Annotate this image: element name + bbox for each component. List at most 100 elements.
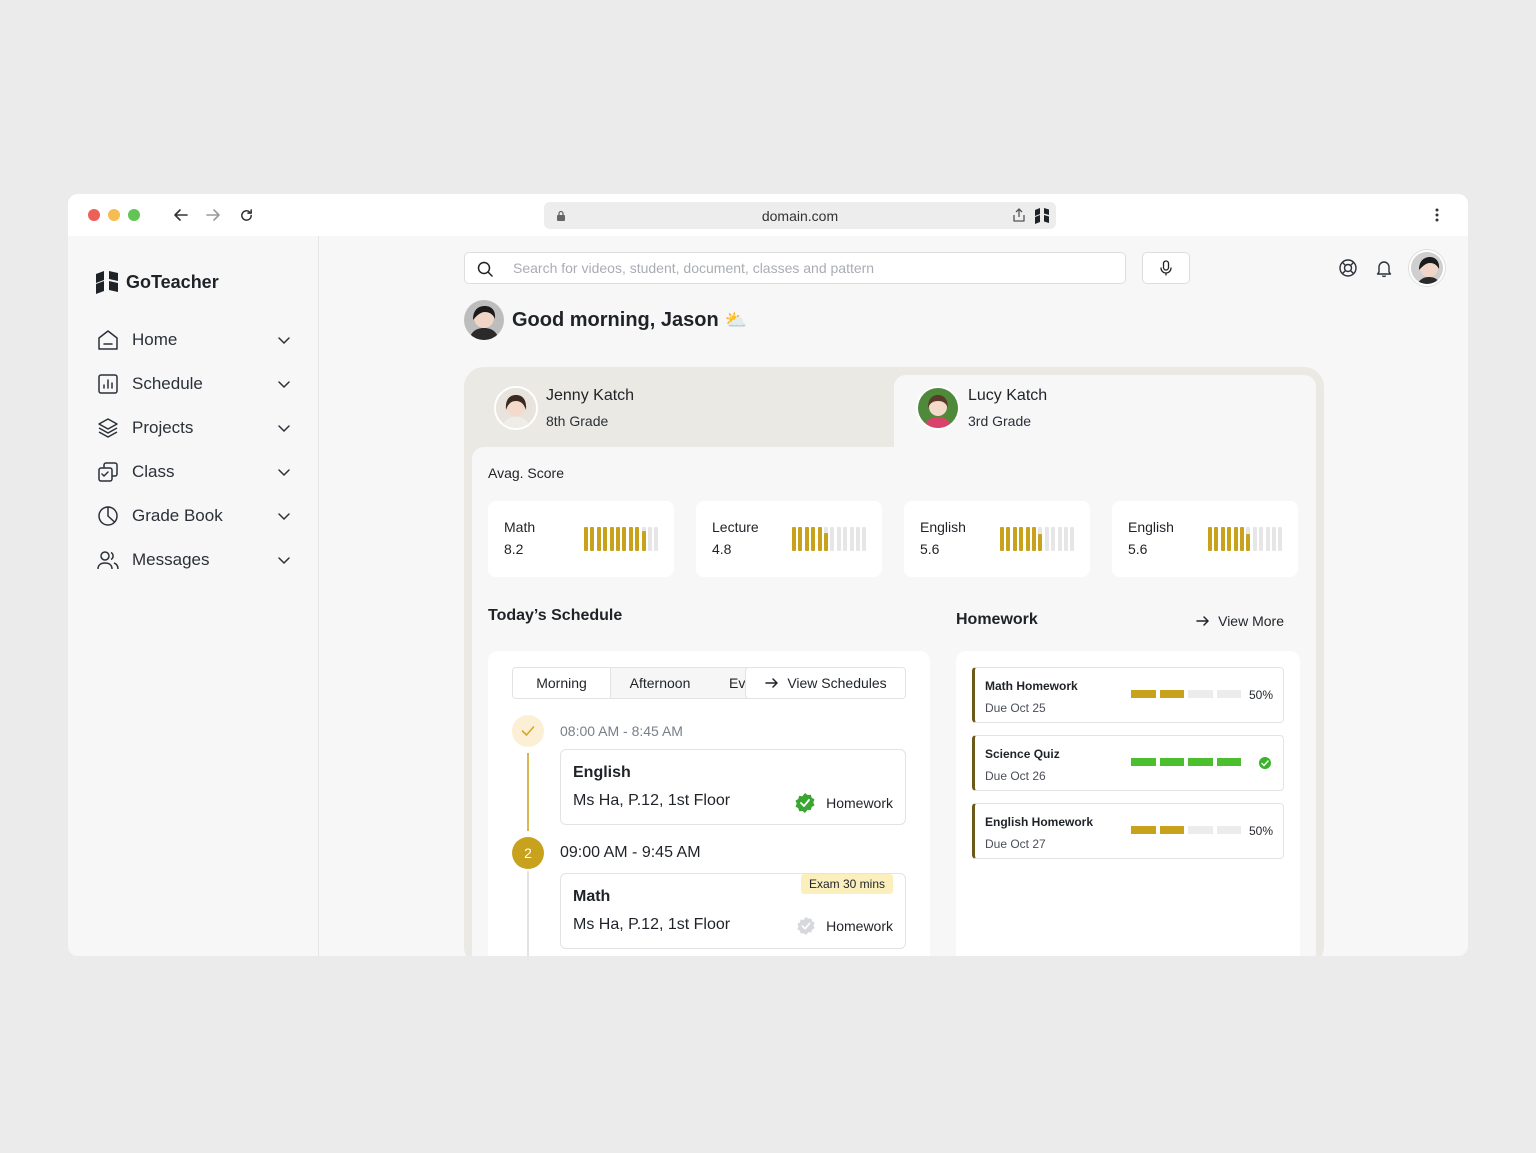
student-dashboard: Avag. Score Math 8.2 Lecture 4.8 English… <box>472 447 1316 956</box>
more-vertical-icon[interactable] <box>1435 208 1439 222</box>
address-bar[interactable]: domain.com <box>544 202 1056 229</box>
sidebar-item-home[interactable]: Home <box>96 325 292 355</box>
complete-check-icon <box>1259 757 1271 769</box>
url-text: domain.com <box>761 208 839 224</box>
progress-segment <box>1131 826 1156 834</box>
homework-item[interactable]: Science Quiz Due Oct 26 <box>972 735 1284 791</box>
chevron-down-icon[interactable] <box>276 376 292 392</box>
homework-name: Math Homework <box>985 679 1078 693</box>
extension-logo-icon[interactable] <box>1034 207 1050 224</box>
score-level-tick <box>1051 527 1056 551</box>
score-level-tick <box>641 527 646 551</box>
score-level-tick <box>804 527 809 551</box>
exam-badge: Exam 30 mins <box>800 874 893 894</box>
score-card[interactable]: English 5.6 <box>904 501 1090 577</box>
student-grade: 3rd Grade <box>968 413 1032 429</box>
voice-search-button[interactable] <box>1142 252 1190 284</box>
score-level-bars <box>1208 527 1284 551</box>
homework-item[interactable]: English Homework Due Oct 27 50% <box>972 803 1284 859</box>
score-level-tick <box>1246 527 1251 551</box>
notification-bell-icon[interactable] <box>1374 258 1394 278</box>
arrow-right-icon <box>1196 616 1209 626</box>
sun-cloud-icon: ⛅ <box>724 309 748 330</box>
student-name: Lucy Katch <box>968 387 1048 404</box>
score-level-tick <box>635 527 640 551</box>
app-logo[interactable]: GoTeacher <box>96 270 219 294</box>
score-level-tick <box>798 527 803 551</box>
homework-percent: 50% <box>1248 824 1273 838</box>
score-level-tick <box>654 527 659 551</box>
class-card[interactable]: Exam 30 mins Math Ms Ha, P.12, 1st Floor… <box>560 873 906 949</box>
student-tab-lucy[interactable]: Lucy Katch 3rd Grade <box>916 386 1047 430</box>
homework-status[interactable]: Homework <box>794 792 893 814</box>
sidebar-item-schedule[interactable]: Schedule <box>96 369 292 399</box>
homework-progress-bar <box>1131 758 1241 766</box>
chevron-down-icon[interactable] <box>276 464 292 480</box>
view-schedules-button[interactable]: View Schedules <box>745 668 905 698</box>
back-arrow-icon[interactable] <box>171 205 191 225</box>
score-level-tick <box>1272 527 1276 551</box>
score-level-tick <box>648 527 652 551</box>
chevron-down-icon[interactable] <box>276 332 292 348</box>
sidebar-item-label: Grade Book <box>132 506 223 525</box>
sidebar-item-projects[interactable]: Projects <box>96 413 292 443</box>
tab-morning[interactable]: Morning <box>513 668 611 698</box>
homework-progress-bar <box>1131 690 1241 698</box>
sidebar-item-messages[interactable]: Messages <box>96 545 292 575</box>
search-bar[interactable] <box>464 252 1126 284</box>
sidebar-item-grade-book[interactable]: Grade Book <box>96 501 292 531</box>
sidebar-item-class[interactable]: Class <box>96 457 292 487</box>
score-level-tick <box>590 527 595 551</box>
progress-segment <box>1188 758 1213 766</box>
chevron-down-icon[interactable] <box>276 420 292 436</box>
pending-badge-icon <box>797 916 815 936</box>
score-level-tick <box>811 527 816 551</box>
score-level-tick <box>836 527 841 551</box>
class-subject: Math <box>573 888 611 905</box>
score-card[interactable]: English 5.6 <box>1112 501 1298 577</box>
score-level-tick <box>622 527 627 551</box>
score-card[interactable]: Math 8.2 <box>488 501 674 577</box>
forward-arrow-icon[interactable] <box>203 205 223 225</box>
chevron-down-icon[interactable] <box>276 508 292 524</box>
score-value: 8.2 <box>504 541 524 557</box>
score-level-tick <box>1240 527 1244 551</box>
score-card[interactable]: Lecture 4.8 <box>696 501 882 577</box>
close-window-dot[interactable] <box>88 209 100 221</box>
schedule-panel: Morning Afternoon Ev View Schedules 08:0… <box>488 651 930 956</box>
student-panel: Jenny Katch 8th Grade Lucy Katch 3rd Gra… <box>464 367 1324 956</box>
maximize-window-dot[interactable] <box>128 209 140 221</box>
score-level-tick <box>616 527 620 551</box>
view-more-link[interactable]: View More <box>1196 613 1284 629</box>
score-level-tick <box>1220 527 1225 551</box>
timeline-connector <box>527 753 529 831</box>
timeline-connector <box>527 871 529 956</box>
share-icon[interactable] <box>1012 208 1026 223</box>
users-icon <box>96 548 120 572</box>
class-card[interactable]: English Ms Ha, P.12, 1st Floor Homework <box>560 749 906 825</box>
score-level-tick <box>1006 527 1011 551</box>
sidebar: GoTeacher Home Schedule Projects Class G… <box>68 236 319 956</box>
browser-toolbar: domain.com <box>68 194 1468 236</box>
microphone-icon <box>1160 260 1172 276</box>
homework-status[interactable]: Homework <box>796 916 893 936</box>
homework-item[interactable]: Math Homework Due Oct 25 50% <box>972 667 1284 723</box>
score-level-tick <box>596 527 601 551</box>
help-lifebuoy-icon[interactable] <box>1338 258 1358 278</box>
student-tab-jenny[interactable]: Jenny Katch 8th Grade <box>494 386 634 430</box>
reload-icon[interactable] <box>236 205 256 225</box>
progress-segment <box>1131 690 1156 698</box>
schedule-tabs: Morning Afternoon Ev View Schedules <box>512 667 906 699</box>
minimize-window-dot[interactable] <box>108 209 120 221</box>
score-level-tick <box>1214 527 1219 551</box>
chevron-down-icon[interactable] <box>276 552 292 568</box>
score-subject: English <box>1128 519 1174 535</box>
score-level-bars <box>584 527 660 551</box>
score-value: 4.8 <box>712 541 732 557</box>
score-level-bars <box>1000 527 1076 551</box>
tab-afternoon[interactable]: Afternoon <box>611 668 709 698</box>
user-avatar[interactable] <box>1409 250 1445 286</box>
search-input[interactable] <box>513 253 1113 283</box>
goteacher-logo-icon <box>96 271 118 294</box>
score-level-tick <box>628 527 633 551</box>
